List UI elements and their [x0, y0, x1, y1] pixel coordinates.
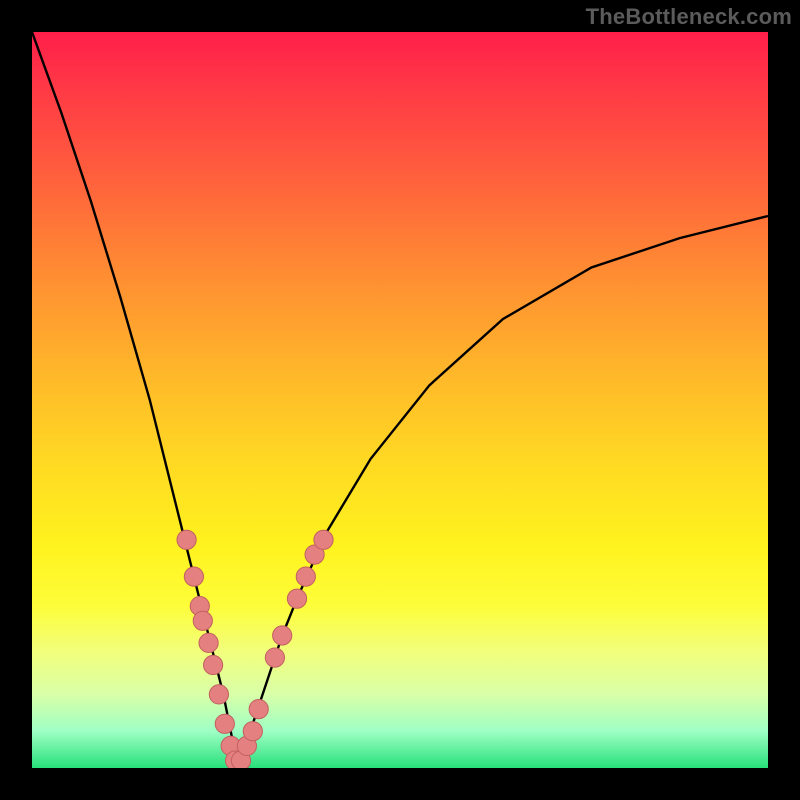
data-marker [243, 722, 262, 741]
bottleneck-curve [32, 32, 768, 768]
data-marker [287, 589, 306, 608]
watermark-text: TheBottleneck.com [586, 4, 792, 30]
data-marker [177, 530, 196, 549]
data-marker [199, 633, 218, 652]
data-marker [273, 626, 292, 645]
data-marker [296, 567, 315, 586]
marker-group [177, 530, 333, 768]
curve-svg [32, 32, 768, 768]
data-marker [193, 611, 212, 630]
data-marker [265, 648, 284, 667]
data-marker [314, 530, 333, 549]
plot-area [32, 32, 768, 768]
data-marker [215, 714, 234, 733]
data-marker [209, 685, 228, 704]
chart-frame: TheBottleneck.com [0, 0, 800, 800]
data-marker [204, 655, 223, 674]
data-marker [249, 700, 268, 719]
data-marker [184, 567, 203, 586]
